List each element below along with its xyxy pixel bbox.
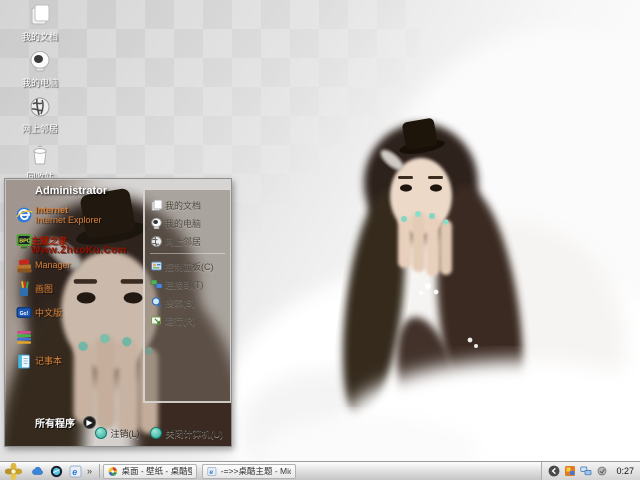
- menu-item-label: 记事本: [35, 356, 63, 366]
- menu-item-label: 我的文档: [165, 200, 202, 211]
- log-off-label: 注销(L): [110, 428, 140, 439]
- desktop-icon-network-places[interactable]: 网上邻居: [4, 94, 76, 140]
- desktop-icon-label: 我的文档: [21, 32, 58, 42]
- tray-app-icon[interactable]: [564, 465, 576, 477]
- svg-text:Go!: Go!: [20, 311, 29, 317]
- tray-status-icon[interactable]: [596, 465, 608, 477]
- recycle-bin-icon: [4, 142, 76, 168]
- svg-text:e: e: [72, 467, 77, 477]
- internet-explorer-icon: e: [207, 466, 217, 476]
- start-menu-item-manager[interactable]: Manager: [13, 253, 141, 277]
- menu-item-label: 我的电脑: [165, 218, 202, 229]
- pinwheel-browser-icon: [108, 466, 118, 476]
- run-icon: [148, 313, 165, 328]
- menu-item-sublabel: Internet Explorer: [35, 215, 102, 225]
- start-menu-item-paint[interactable]: 画图: [13, 277, 141, 301]
- equalizer-icon: [13, 327, 35, 347]
- start-menu-item-search[interactable]: 搜索(S): [148, 293, 227, 311]
- taskbar: e » 桌面 - 壁纸 - 桌酷壁... e -=>>桌酷主题 - Mic...: [0, 461, 640, 480]
- system-tray: 0:27: [541, 462, 640, 480]
- start-menu-item-my-computer[interactable]: 我的电脑: [148, 214, 227, 232]
- start-menu-right-column: 我的文档 我的电脑 网上邻居 控制面板(C) 连接到(T) 搜索(S) 运行(R…: [143, 188, 231, 403]
- start-menu: Administrator Internet Internet Explorer …: [4, 178, 232, 447]
- svg-text:BPC: BPC: [19, 239, 30, 245]
- internet-explorer-quicklaunch-icon[interactable]: e: [68, 464, 82, 478]
- menu-item-label: Manager: [35, 260, 71, 270]
- my-documents-icon: [148, 198, 165, 213]
- start-menu-footer: 注销(L) 关闭计算机(U): [5, 424, 231, 442]
- power-icon: [149, 427, 162, 439]
- start-menu-item-internet[interactable]: Internet Internet Explorer: [13, 201, 141, 229]
- start-menu-item-notepad[interactable]: 记事本: [13, 349, 141, 373]
- network-places-icon: [4, 94, 76, 120]
- network-places-icon: [148, 234, 165, 249]
- menu-item-label: 连接到(T): [165, 279, 204, 290]
- tray-collapse-chevron-icon[interactable]: [548, 465, 560, 477]
- menu-item-label: 控制面板(C): [165, 261, 214, 272]
- desktop-icon-label: 网上邻居: [21, 124, 58, 134]
- task-button-label: 桌面 - 壁纸 - 桌酷壁...: [121, 466, 193, 476]
- log-off-icon: [94, 427, 107, 439]
- start-menu-item-run[interactable]: 运行(R): [148, 311, 227, 329]
- menu-item-label: 搜索(S): [165, 297, 195, 308]
- notepad-icon: [13, 351, 35, 371]
- start-menu-item-network-places[interactable]: 网上邻居: [148, 232, 227, 250]
- desktop-icon-my-computer[interactable]: 我的电脑: [4, 48, 76, 94]
- start-menu-item-control-panel[interactable]: 控制面板(C): [148, 257, 227, 275]
- desktop-icon-label: 我的电脑: [21, 78, 58, 88]
- start-button[interactable]: [0, 462, 26, 480]
- menu-item-label: Internet: [35, 205, 69, 215]
- turn-off-label: 关闭计算机(U): [165, 428, 224, 439]
- menu-item-label: 画图: [35, 284, 54, 294]
- cloud-app-icon[interactable]: [30, 464, 44, 478]
- media-player-icon: Go!: [13, 303, 35, 323]
- task-button-ie-window[interactable]: e -=>>桌酷主题 - Mic...: [202, 463, 297, 479]
- my-computer-icon: [148, 216, 165, 231]
- start-menu-left-column: Internet Internet Explorer BPC Manager 画图: [13, 201, 141, 373]
- taskbar-divider: [99, 464, 101, 478]
- start-flower-icon: [4, 462, 22, 480]
- control-panel-icon: [148, 259, 165, 274]
- desktop-icon-my-documents[interactable]: 我的文档: [4, 2, 76, 48]
- start-menu-item-bpc[interactable]: BPC: [13, 229, 141, 253]
- connect-to-icon: [148, 277, 165, 292]
- menu-item-label: 运行(R): [165, 315, 196, 326]
- start-menu-item-player[interactable]: Go! 中文版: [13, 301, 141, 325]
- turn-off-computer-button[interactable]: 关闭计算机(U): [149, 427, 224, 440]
- menu-item-label: 网上邻居: [165, 236, 202, 247]
- log-off-button[interactable]: 注销(L): [94, 427, 140, 440]
- task-button-label: -=>>桌酷主题 - Mic...: [220, 466, 291, 476]
- my-documents-icon: [4, 2, 76, 28]
- quick-launch: e »: [26, 464, 96, 478]
- start-menu-item-equalizer[interactable]: [13, 325, 141, 349]
- start-menu-item-connect-to[interactable]: 连接到(T): [148, 275, 227, 293]
- menu-item-label: 中文版: [35, 308, 63, 318]
- taskbar-clock: 0:27: [616, 466, 634, 476]
- quick-launch-overflow-chevron[interactable]: »: [87, 466, 92, 476]
- pencil-cup-icon: [13, 279, 35, 299]
- search-icon: [148, 295, 165, 310]
- bpc-monitor-icon: BPC: [13, 231, 35, 251]
- internet-explorer-icon: [13, 205, 35, 225]
- task-button-wallpaper-window[interactable]: 桌面 - 壁纸 - 桌酷壁...: [103, 463, 198, 479]
- tray-network-icon[interactable]: [580, 465, 592, 477]
- start-menu-username: Administrator: [35, 185, 108, 197]
- desktop: 我的文档 我的电脑 网上邻居 回收站 Administrator Interne…: [0, 0, 640, 480]
- my-computer-icon: [4, 48, 76, 74]
- svg-text:e: e: [209, 469, 213, 476]
- menu-separator: [150, 253, 225, 254]
- start-menu-item-my-documents[interactable]: 我的文档: [148, 196, 227, 214]
- books-icon: [13, 255, 35, 275]
- globe-app-icon[interactable]: [49, 464, 63, 478]
